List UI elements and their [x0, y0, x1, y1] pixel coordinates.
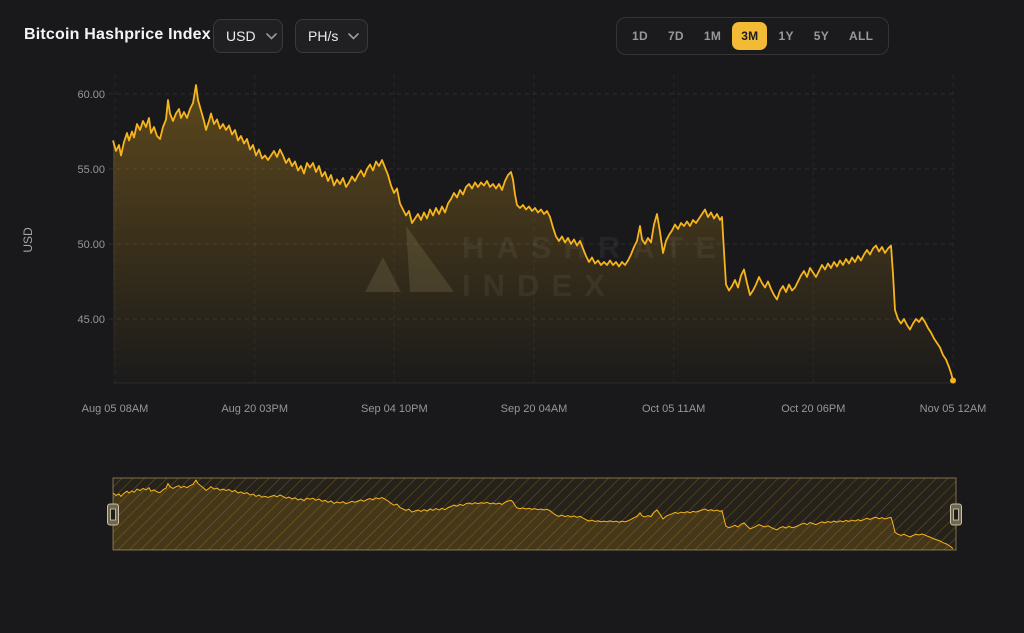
watermark-text-line1: HASHRATE: [462, 230, 728, 265]
range-button-3m[interactable]: 3M: [732, 22, 767, 50]
range-button-all[interactable]: ALL: [840, 22, 882, 50]
navigator-handle-right-grip: [954, 509, 959, 520]
x-tick-label: Sep 20 04AM: [501, 403, 568, 415]
price-series: HASHRATE INDEX: [113, 85, 956, 384]
y-tick-label: 50.00: [77, 239, 105, 251]
hashprice-chart: HASHRATE INDEX USD 60.00 55.00 50.00 45.00 A…: [0, 0, 1024, 633]
x-tick-label: Aug 20 03PM: [221, 403, 288, 415]
navigator-handle-right[interactable]: [951, 504, 962, 525]
range-button-1d[interactable]: 1D: [623, 22, 657, 50]
range-button-1m[interactable]: 1M: [695, 22, 730, 50]
x-tick-label: Oct 05 11AM: [642, 403, 705, 415]
y-tick-label: 55.00: [77, 164, 105, 176]
y-axis-title: USD: [21, 227, 35, 253]
currency-dropdown-value: USD: [226, 28, 256, 44]
navigator-handle-left-grip: [111, 509, 116, 520]
navigator-handle-left[interactable]: [108, 504, 119, 525]
x-tick-label: Aug 05 08AM: [82, 403, 149, 415]
chevron-down-icon: [266, 33, 277, 40]
unit-dropdown[interactable]: PH/s: [295, 19, 368, 53]
navigator[interactable]: [108, 478, 962, 550]
chevron-down-icon: [348, 33, 359, 40]
range-button-5y[interactable]: 5Y: [805, 22, 838, 50]
y-tick-label: 60.00: [77, 89, 105, 101]
x-tick-label: Oct 20 06PM: [781, 403, 845, 415]
currency-dropdown[interactable]: USD: [213, 19, 283, 53]
unit-dropdown-value: PH/s: [308, 28, 338, 44]
range-button-7d[interactable]: 7D: [659, 22, 693, 50]
last-point-marker: [950, 378, 956, 384]
range-button-1y[interactable]: 1Y: [769, 22, 802, 50]
page-title: Bitcoin Hashprice Index: [24, 26, 211, 44]
x-tick-label: Sep 04 10PM: [361, 403, 428, 415]
watermark-text-line2: INDEX: [462, 268, 617, 303]
x-tick-label: Nov 05 12AM: [920, 403, 987, 415]
timeframe-selector: 1D7D1M3M1Y5YALL: [616, 17, 889, 55]
hashprice-dashboard: { "header": { "title": "Bitcoin Hashpric…: [0, 0, 1024, 633]
y-tick-label: 45.00: [77, 314, 105, 326]
